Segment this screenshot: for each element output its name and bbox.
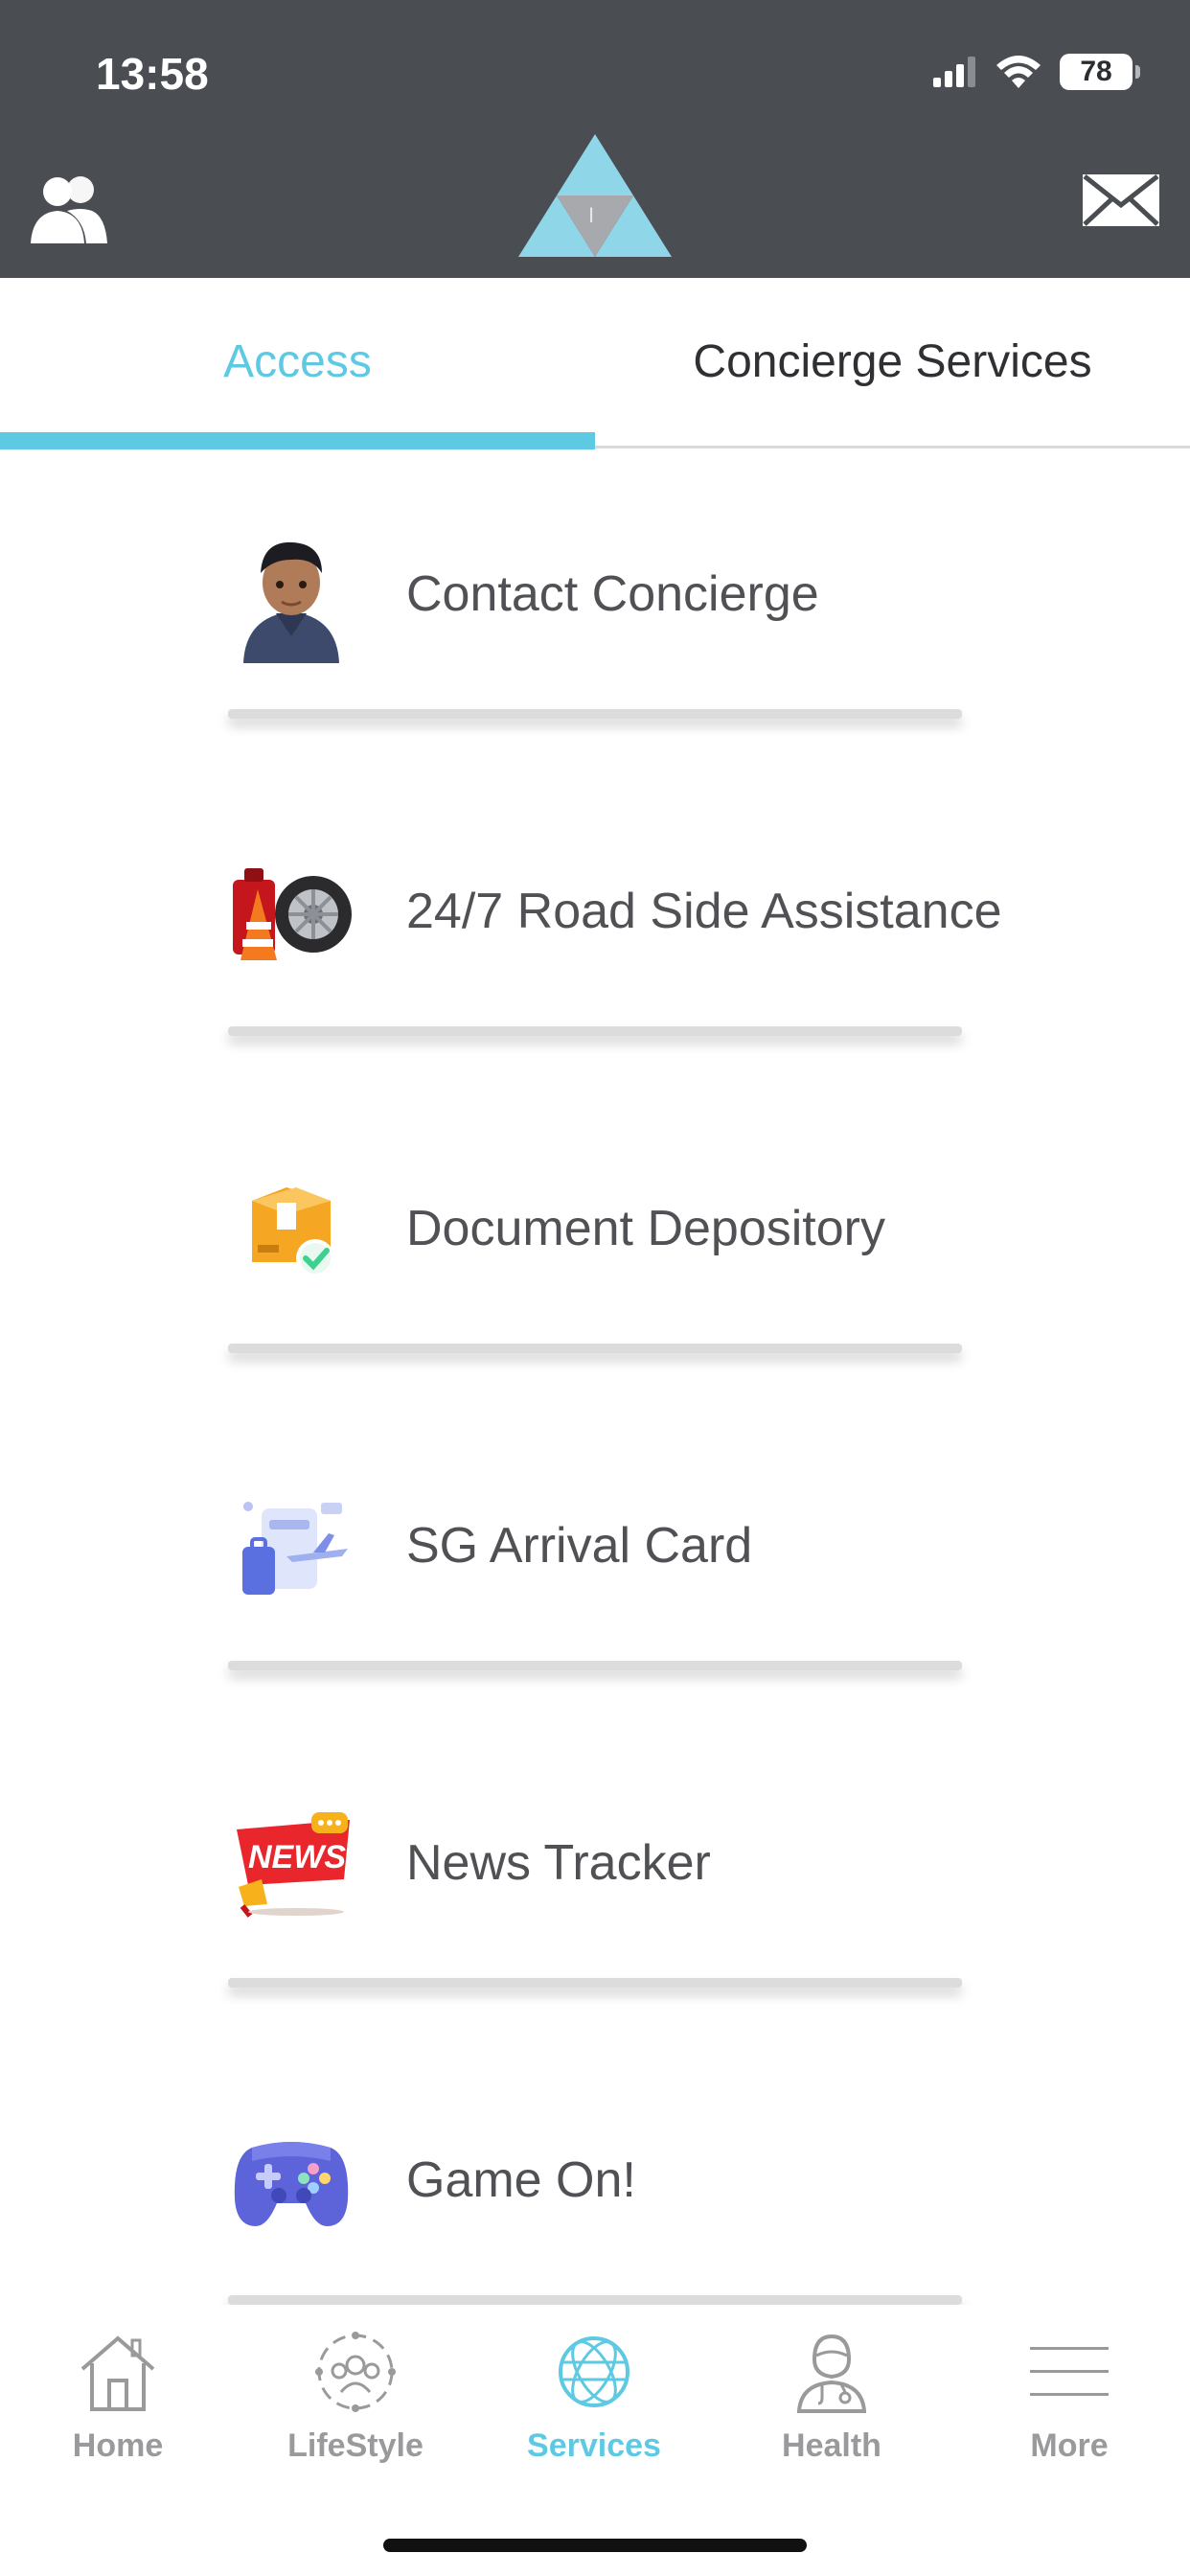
- item-divider: [228, 1661, 962, 1670]
- list-item-roadside-assistance[interactable]: 24/7 Road Side Assistance: [0, 768, 1190, 1085]
- item-label: Game On!: [406, 2152, 636, 2208]
- item-label: News Tracker: [406, 1835, 711, 1891]
- doctor-icon: [793, 2324, 870, 2420]
- item-divider: [228, 709, 962, 719]
- home-icon: [77, 2324, 159, 2420]
- item-label: SG Arrival Card: [406, 1518, 753, 1574]
- battery-indicator: 78: [1060, 54, 1140, 90]
- nav-lifestyle[interactable]: LifeStyle: [260, 2324, 451, 2487]
- nav-label: More: [1030, 2427, 1109, 2464]
- item-label: 24/7 Road Side Assistance: [406, 884, 1002, 939]
- document-box-icon: [222, 1162, 360, 1300]
- list-item-sg-arrival-card[interactable]: SG Arrival Card: [0, 1402, 1190, 1719]
- nav-label: LifeStyle: [287, 2427, 423, 2464]
- app-logo: I: [517, 132, 673, 264]
- tab-access[interactable]: Access: [0, 278, 595, 449]
- nav-label: Services: [527, 2427, 661, 2464]
- list-item-game-on[interactable]: Game On!: [0, 2036, 1190, 2305]
- app-header: 13:58 78 I: [0, 0, 1190, 278]
- gamepad-icon: [222, 2113, 360, 2251]
- list-item-document-depository[interactable]: Document Depository: [0, 1085, 1190, 1402]
- menu-icon: [1028, 2324, 1110, 2420]
- lifestyle-icon: [312, 2324, 399, 2420]
- item-divider: [228, 1344, 962, 1353]
- wifi-icon: [996, 56, 1041, 88]
- nav-home[interactable]: Home: [22, 2324, 214, 2487]
- signal-icon: [933, 57, 975, 87]
- travel-luggage-icon: [222, 1479, 360, 1617]
- bottom-nav: Home LifeStyle Services Health More: [0, 2305, 1190, 2576]
- item-divider: [228, 2295, 962, 2305]
- news-megaphone-icon: NEWS: [222, 1796, 360, 1934]
- nav-health[interactable]: Health: [736, 2324, 927, 2487]
- mail-icon: [1083, 174, 1159, 226]
- status-time: 13:58: [96, 49, 209, 99]
- status-indicators: 78: [933, 54, 1140, 90]
- nav-label: Health: [782, 2427, 881, 2464]
- item-divider: [228, 1026, 962, 1036]
- item-label: Contact Concierge: [406, 566, 819, 622]
- contacts-icon: [31, 176, 107, 243]
- item-label: Document Depository: [406, 1201, 885, 1256]
- nav-services[interactable]: Services: [498, 2324, 690, 2487]
- mail-button[interactable]: [1081, 172, 1161, 233]
- nav-label: Home: [72, 2427, 164, 2464]
- concierge-avatar-icon: [222, 527, 360, 665]
- item-divider: [228, 1978, 962, 1988]
- logo-letter: I: [588, 203, 595, 227]
- battery-level: 78: [1080, 56, 1112, 87]
- nav-more[interactable]: More: [973, 2324, 1165, 2487]
- services-list: Contact Concierge 24/7 Road Side Assista…: [0, 450, 1190, 2305]
- home-indicator: [383, 2539, 807, 2552]
- tab-concierge-services[interactable]: Concierge Services: [595, 278, 1190, 446]
- contacts-button[interactable]: [29, 172, 109, 250]
- roadside-tyre-icon: [222, 844, 360, 982]
- list-item-contact-concierge[interactable]: Contact Concierge: [0, 450, 1190, 768]
- news-badge-text: NEWS: [248, 1839, 346, 1875]
- list-item-news-tracker[interactable]: NEWS News Tracker: [0, 1719, 1190, 2036]
- tab-bar: Access Concierge Services: [0, 278, 1190, 449]
- triangle-logo: [518, 134, 672, 257]
- globe-icon: [556, 2324, 632, 2420]
